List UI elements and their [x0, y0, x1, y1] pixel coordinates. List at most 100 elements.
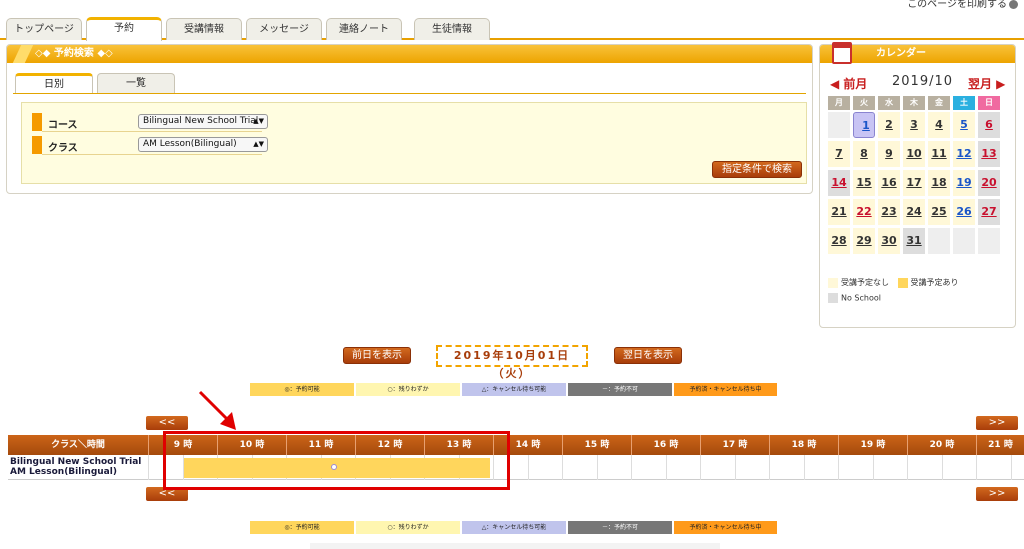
- timeline-hour-label: 16 時: [631, 435, 700, 455]
- next-day-button[interactable]: 翌日を表示: [614, 347, 682, 364]
- timeline-slot-cell: [803, 455, 838, 480]
- calendar-day[interactable]: 5: [953, 112, 975, 138]
- legend-none-label: 受講予定なし: [841, 278, 889, 287]
- search-button[interactable]: 指定条件で検索: [712, 161, 802, 178]
- availability-legend-top: ◎：予約可能 ○：残りわずか △：キャンセル待ち可能 －：予約不可 予約済・キャ…: [250, 383, 777, 396]
- timeline-slot-cell: [1010, 455, 1024, 480]
- legend-waitlist: △：キャンセル待ち可能: [462, 521, 566, 534]
- timeline-slot-cell: [976, 455, 1010, 480]
- calendar-day[interactable]: 10: [903, 141, 925, 167]
- timeline-row-label: Bilingual New School Trial AM Lesson(Bil…: [10, 457, 141, 477]
- timeline-slot-cell: [941, 455, 976, 480]
- timeline-slot-cell: [665, 455, 700, 480]
- tab-contact-notes[interactable]: 連絡ノート: [326, 18, 402, 40]
- legend-available: ◎：予約可能: [250, 521, 354, 534]
- timeline-slot-cell: [769, 455, 803, 480]
- prev-day-button[interactable]: 前日を表示: [343, 347, 411, 364]
- timeline-hour-label: 20 時: [907, 435, 976, 455]
- calendar-day[interactable]: 15: [853, 170, 875, 196]
- calendar-day[interactable]: 12: [953, 141, 975, 167]
- tab-top-page[interactable]: トップページ: [6, 18, 82, 40]
- highlight-box: [163, 431, 510, 490]
- calendar-day[interactable]: 20: [978, 170, 1000, 196]
- select-arrows-icon: ▲▼: [253, 140, 264, 148]
- course-select-value: Bilingual New School Trial: [143, 116, 259, 126]
- calendar-day[interactable]: 19: [953, 170, 975, 196]
- timeline-next-button-top[interactable]: >>: [976, 416, 1018, 430]
- search-form: コース Bilingual New School Trial ▲▼ クラス AM …: [21, 102, 807, 184]
- timeline-hour-label: 18 時: [769, 435, 838, 455]
- calendar-day[interactable]: 28: [828, 228, 850, 254]
- timeline-slot-cell: [527, 455, 562, 480]
- availability-legend-bottom: ◎：予約可能 ○：残りわずか △：キャンセル待ち可能 －：予約不可 予約済・キャ…: [250, 521, 777, 534]
- class-underline: [42, 154, 262, 155]
- calendar-day[interactable]: 13: [978, 141, 1000, 167]
- calendar-day[interactable]: 16: [878, 170, 900, 196]
- subtab-list[interactable]: 一覧: [97, 73, 175, 93]
- class-select[interactable]: AM Lesson(Bilingual) ▲▼: [138, 137, 268, 152]
- calendar-day[interactable]: 8: [853, 141, 875, 167]
- calendar-day[interactable]: 27: [978, 199, 1000, 225]
- calendar-day[interactable]: 7: [828, 141, 850, 167]
- calendar-panel: カレンダー ◀ 前月 2019/10 翌月 ▶ 月火水木金土日123456789…: [819, 42, 1016, 328]
- timeline-next-button-bottom[interactable]: >>: [976, 487, 1018, 501]
- tab-messages[interactable]: メッセージ: [246, 18, 322, 40]
- calendar-day[interactable]: 6: [978, 112, 1000, 138]
- legend-noschool-swatch: [828, 293, 838, 303]
- red-arrow-icon: [198, 390, 236, 430]
- calendar-empty-cell: [978, 228, 1000, 254]
- legend-booked: 予約済・キャンセル待ち中: [674, 521, 777, 534]
- calendar-empty-cell: [953, 228, 975, 254]
- calendar-day[interactable]: 30: [878, 228, 900, 254]
- calendar-dow: 月: [828, 96, 850, 110]
- calendar-day[interactable]: 4: [928, 112, 950, 138]
- timeline-slot-cell: [734, 455, 769, 480]
- calendar-dow: 金: [928, 96, 950, 110]
- calendar-day[interactable]: 18: [928, 170, 950, 196]
- course-select[interactable]: Bilingual New School Trial ▲▼: [138, 114, 268, 129]
- legend-few-left: ○：残りわずか: [356, 521, 460, 534]
- tab-student-info[interactable]: 生徒情報: [414, 18, 490, 40]
- calendar-dow: 火: [853, 96, 875, 110]
- timeline-slot-cell: [596, 455, 631, 480]
- calendar-day[interactable]: 2: [878, 112, 900, 138]
- calendar-day[interactable]: 21: [828, 199, 850, 225]
- timeline-prev-button-top[interactable]: <<: [146, 416, 188, 430]
- calendar-day[interactable]: 26: [953, 199, 975, 225]
- next-month-link[interactable]: 翌月 ▶: [968, 75, 1005, 92]
- course-marker: [32, 113, 42, 131]
- calendar-day[interactable]: 24: [903, 199, 925, 225]
- row-class-name: AM Lesson(Bilingual): [10, 467, 117, 477]
- calendar-day[interactable]: 22: [853, 199, 875, 225]
- calendar-empty-cell: [928, 228, 950, 254]
- main-tab-bar: トップページ 予約 受講情報 メッセージ 連絡ノート 生徒情報: [0, 0, 1024, 41]
- subtab-daily[interactable]: 日別: [15, 73, 93, 93]
- calendar-day[interactable]: 25: [928, 199, 950, 225]
- legend-none-swatch: [828, 277, 838, 288]
- timeline-hour-label: 21 時: [976, 435, 1024, 455]
- calendar-month: 2019/10: [892, 74, 954, 89]
- header-decoration: [12, 45, 34, 63]
- calendar-day[interactable]: 17: [903, 170, 925, 196]
- course-label: コース: [48, 120, 78, 131]
- search-panel-header: ◇◆ 予約検索 ◆◇: [7, 45, 812, 63]
- calendar-day[interactable]: 3: [903, 112, 925, 138]
- calendar-day[interactable]: 14: [828, 170, 850, 196]
- calendar-day[interactable]: 9: [878, 141, 900, 167]
- legend-unavailable: －：予約不可: [568, 521, 672, 534]
- calendar-day[interactable]: 29: [853, 228, 875, 254]
- class-marker: [32, 136, 42, 154]
- tab-reservation[interactable]: 予約: [86, 17, 162, 41]
- calendar-day[interactable]: 1: [853, 112, 875, 138]
- bottom-shade: [310, 543, 720, 549]
- calendar-day[interactable]: 31: [903, 228, 925, 254]
- prev-month-link[interactable]: ◀ 前月: [830, 75, 867, 92]
- calendar-day[interactable]: 23: [878, 199, 900, 225]
- tab-lesson-info[interactable]: 受講情報: [166, 18, 242, 40]
- timeline-slot-cell: [872, 455, 907, 480]
- calendar-day[interactable]: 11: [928, 141, 950, 167]
- legend-noschool-label: No School: [841, 293, 881, 303]
- legend-available: ◎：予約可能: [250, 383, 354, 396]
- legend-waitlist: △：キャンセル待ち可能: [462, 383, 566, 396]
- reservation-search-panel: ◇◆ 予約検索 ◆◇ 日別 一覧 コース Bilingual New Schoo…: [6, 44, 813, 194]
